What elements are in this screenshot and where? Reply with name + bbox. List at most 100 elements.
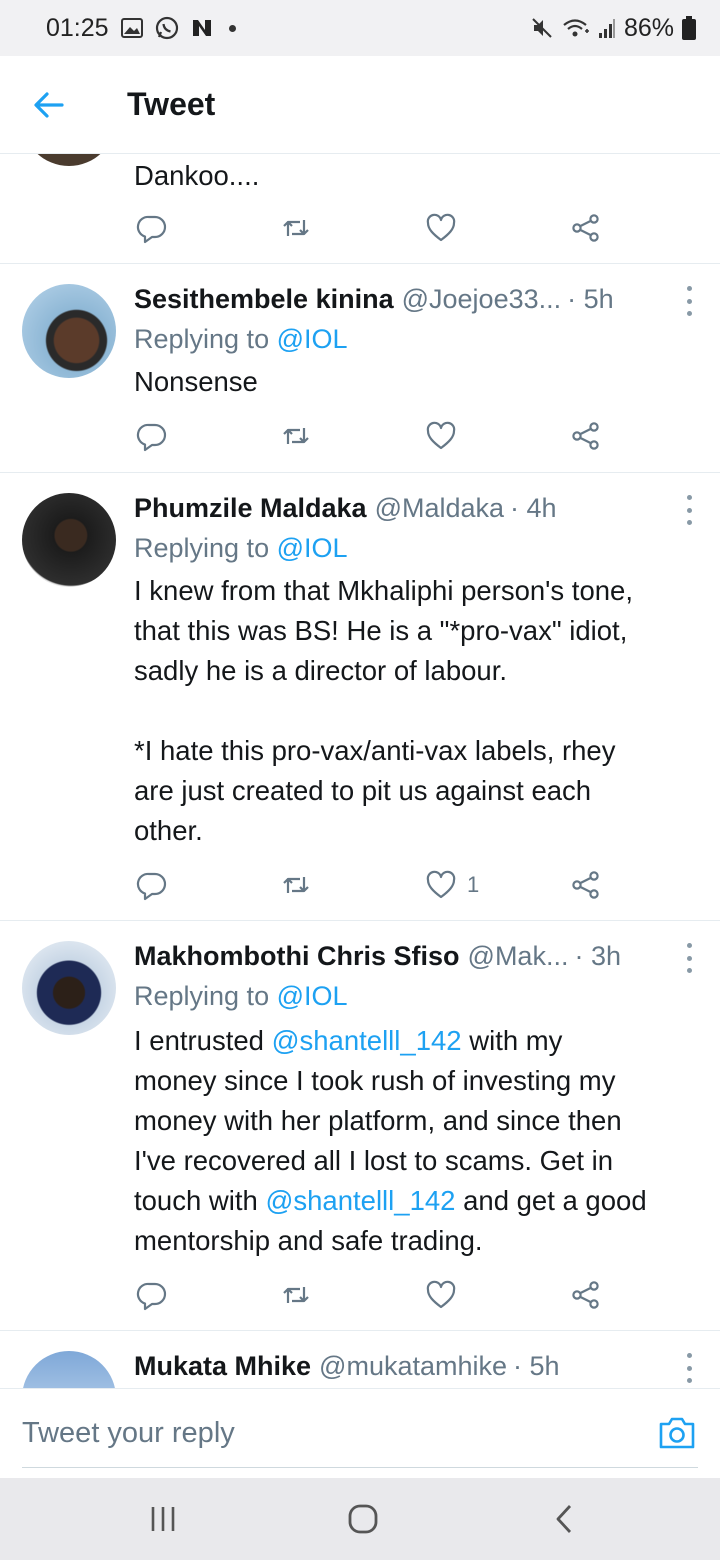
tweet-actions [134,1279,604,1313]
replying-label: Replying to [134,324,277,354]
author-name[interactable]: Phumzile Maldaka [134,493,367,524]
replying-to: Replying to @IOL [134,981,348,1012]
reply-input[interactable]: Tweet your reply [22,1417,235,1450]
whatsapp-icon [155,16,179,40]
text-line: that this was BS! He is a "*pro-vax" idi… [134,615,628,646]
status-time: 01:25 [46,13,109,42]
tweet-actions [134,420,604,454]
retweet-icon[interactable] [280,869,312,901]
share-icon[interactable] [570,420,602,452]
input-underline [22,1467,698,1468]
mute-icon [530,16,554,40]
text-line: touch with @shantelll_142 and get a good [134,1181,714,1221]
like-button[interactable]: 1 [425,869,479,901]
replying-to: Replying to @IOL [134,533,348,564]
text-line: other. [134,815,203,846]
share-icon[interactable] [570,212,602,244]
tweet-actions: 1 [134,869,604,903]
text-line: mentorship and safe trading. [134,1225,483,1256]
mention-link[interactable]: @IOL [277,981,348,1011]
like-icon[interactable] [425,420,457,452]
avatar[interactable] [22,1351,116,1388]
avatar[interactable] [22,284,116,378]
page-title: Tweet [127,86,216,122]
share-icon[interactable] [570,869,602,901]
tweet-actions [134,212,604,246]
tweet-text: Nonsense [134,366,258,397]
text-line: I entrusted @shantelll_142 with my [134,1021,714,1061]
share-icon[interactable] [570,1279,602,1311]
mention-link[interactable]: @IOL [277,533,348,563]
tweet[interactable]: Makhombothi Chris Sfiso @Mak... · 3h Rep… [0,921,720,1331]
back-nav-icon[interactable] [552,1502,576,1536]
author-name[interactable]: Mukata Mhike [134,1351,311,1382]
text-line: are just created to pit us against each [134,775,592,806]
tweet-time: · 5h [567,284,614,314]
avatar[interactable] [22,154,116,166]
tweet-text: I entrusted @shantelll_142 with my money… [134,1021,714,1261]
author-handle[interactable]: @mukatamhike [319,1351,507,1382]
text-segment: and get a good [455,1185,647,1216]
more-options-icon[interactable] [684,495,694,525]
author-handle[interactable]: @Joejoe33... [402,284,562,315]
reply-feed[interactable]: Dankoo.... Sesithembele kinina @Joejoe33… [0,154,720,1388]
like-icon [426,870,456,899]
reply-icon[interactable] [136,1279,168,1311]
text-segment: with my [461,1025,563,1056]
replying-to: Replying to @IOL [134,324,348,355]
n-icon [191,18,213,38]
replying-label: Replying to [134,981,277,1011]
author-name[interactable]: Makhombothi Chris Sfiso [134,941,460,972]
home-icon[interactable] [347,1502,379,1536]
retweet-icon[interactable] [280,1279,312,1311]
recent-apps-icon[interactable] [148,1502,178,1536]
tweet-time: · 3h [574,941,621,971]
gallery-icon [120,18,143,38]
notification-dot [228,24,236,32]
mention-link[interactable]: @shantelll_142 [265,1185,455,1216]
retweet-icon[interactable] [280,212,312,244]
more-options-icon[interactable] [684,286,694,316]
tweet-time: · 4h [510,493,557,523]
like-icon[interactable] [425,212,457,244]
app-header: Tweet [0,56,720,154]
back-arrow-icon[interactable] [32,88,66,122]
tweet-text: I knew from that Mkhaliphi person's tone… [134,571,714,851]
avatar[interactable] [22,493,116,587]
reply-icon[interactable] [136,869,168,901]
avatar[interactable] [22,941,116,1035]
tweet-header: Mukata Mhike @mukatamhike · 5h [134,1351,720,1382]
author-name[interactable]: Sesithembele kinina [134,284,394,315]
author-handle[interactable]: @Maldaka [375,493,504,524]
mention-link[interactable]: @IOL [277,324,348,354]
retweet-icon[interactable] [280,420,312,452]
tweet-partial[interactable]: Dankoo.... [0,154,720,264]
tweet[interactable]: Mukata Mhike @mukatamhike · 5h [0,1331,720,1388]
more-options-icon[interactable] [684,1353,694,1383]
tweet-time: · 5h [513,1351,560,1381]
more-options-icon[interactable] [684,943,694,973]
reply-icon[interactable] [136,420,168,452]
text-segment: I entrusted [134,1025,272,1056]
reply-icon[interactable] [136,212,168,244]
camera-icon[interactable] [658,1415,696,1451]
wifi-icon [562,17,590,39]
battery-percent: 86% [623,13,674,42]
text-line: sadly he is a director of labour. [134,655,507,686]
text-line [134,691,714,731]
replying-label: Replying to [134,533,277,563]
tweet-header: Phumzile Maldaka @Maldaka · 4h [134,493,720,524]
tweet[interactable]: Sesithembele kinina @Joejoe33... · 5h Re… [0,264,720,473]
like-icon[interactable] [425,1279,457,1311]
reply-composer[interactable]: Tweet your reply [0,1388,720,1478]
mention-link[interactable]: @shantelll_142 [272,1025,462,1056]
text-line: money since I took rush of investing my [134,1065,616,1096]
signal-icon [598,17,616,39]
tweet-header: Makhombothi Chris Sfiso @Mak... · 3h [134,941,720,972]
author-handle[interactable]: @Mak... [468,941,569,972]
system-nav-bar [0,1478,720,1560]
tweet[interactable]: Phumzile Maldaka @Maldaka · 4h Replying … [0,473,720,921]
status-bar: 01:25 86% [0,0,720,56]
text-line: I've recovered all I lost to scams. Get … [134,1145,614,1176]
tweet-text: Dankoo.... [134,160,260,191]
